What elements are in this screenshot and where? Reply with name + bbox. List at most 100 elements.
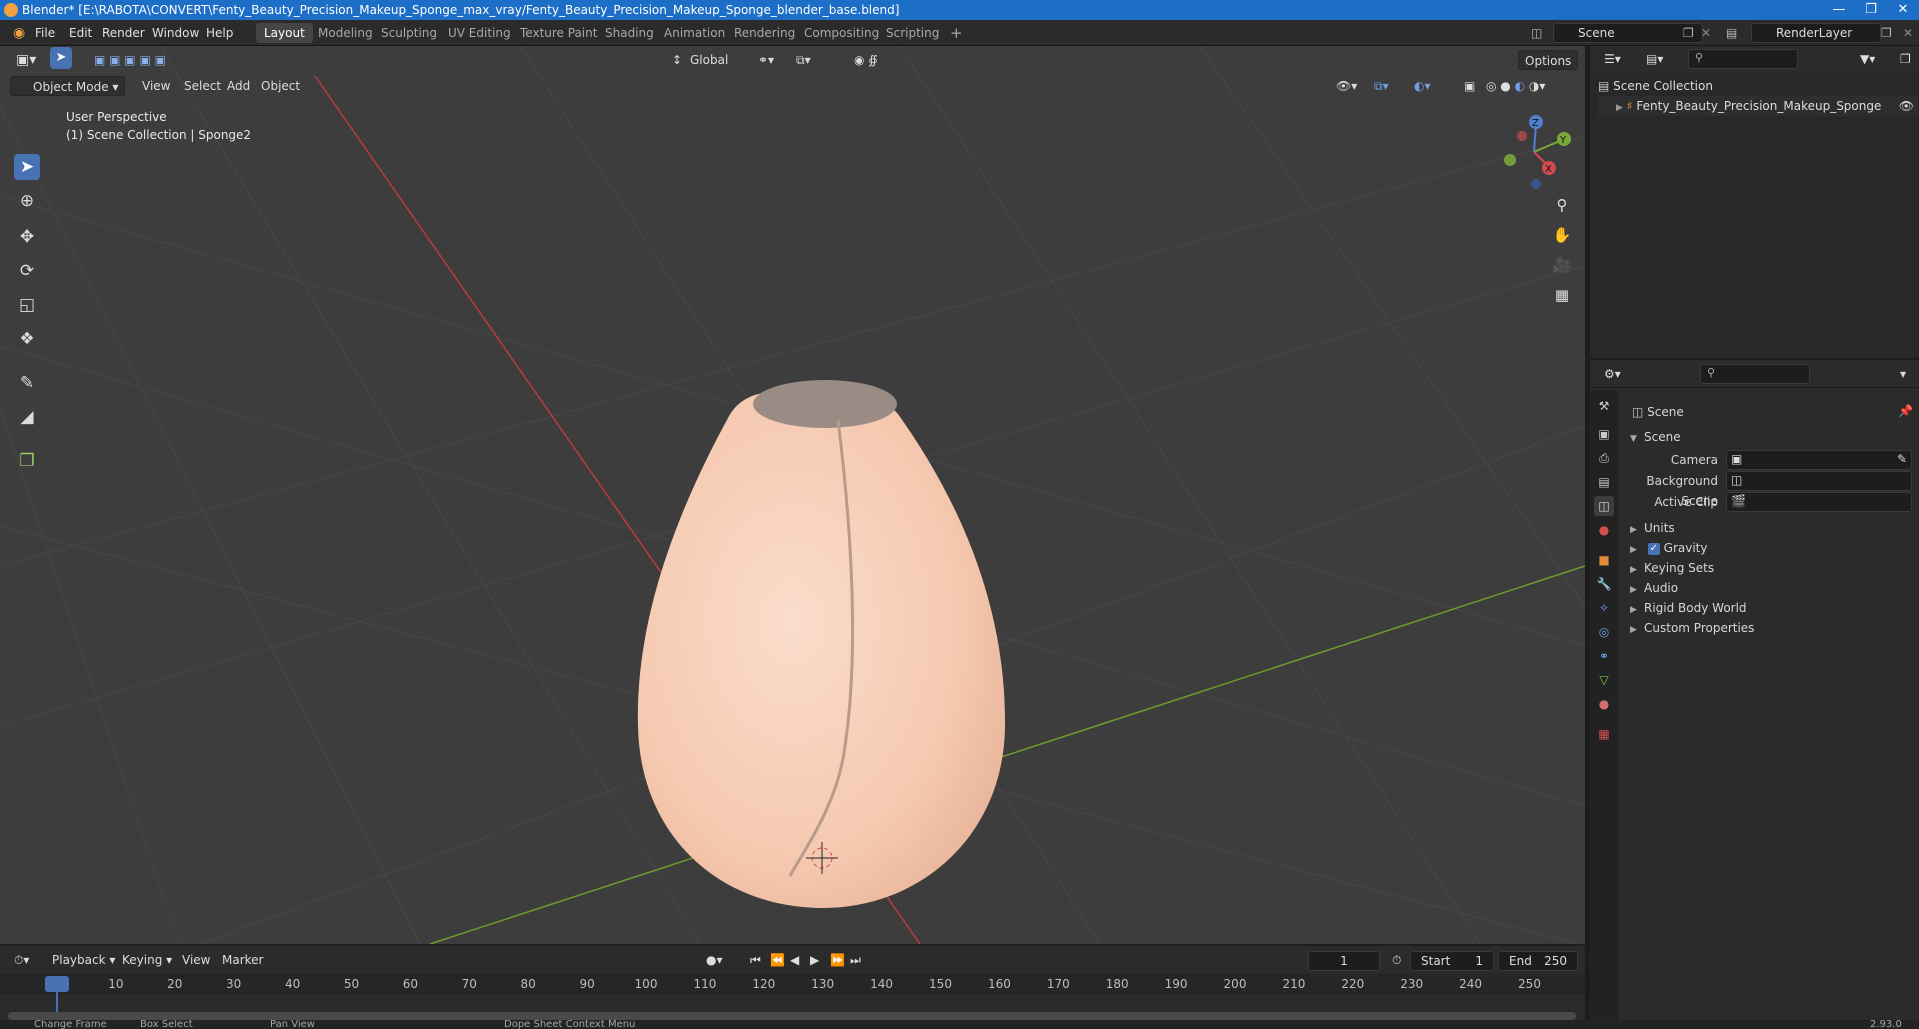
proportional-editing-icon[interactable]: ◉ ∯ bbox=[848, 50, 884, 70]
playback-menu[interactable]: Playback ▾ bbox=[46, 950, 121, 970]
annotate-tool-icon[interactable]: ✎ bbox=[14, 370, 40, 396]
menu-edit[interactable]: Edit bbox=[62, 24, 99, 42]
select-tool-icon[interactable]: ➤ bbox=[14, 154, 40, 180]
outliner-editor-type-icon[interactable]: ☰▾ bbox=[1598, 49, 1627, 69]
expand-arrow-icon[interactable]: ▶ bbox=[1616, 103, 1623, 113]
viewport-menu-view[interactable]: View bbox=[136, 76, 176, 96]
viewport-menu-select[interactable]: Select bbox=[178, 76, 227, 96]
close-icon[interactable]: ✕ bbox=[1887, 0, 1919, 20]
use-preview-range-icon[interactable]: ⏱ bbox=[1386, 950, 1407, 970]
scene-tab-icon[interactable]: ◫ bbox=[1594, 496, 1614, 516]
pivot-point-icon[interactable]: ⚭▾ bbox=[752, 50, 780, 70]
timeline-view-menu[interactable]: View bbox=[176, 950, 216, 970]
viewport-menu-object[interactable]: Object bbox=[255, 76, 306, 96]
constraints-tab-icon[interactable]: ⚭ bbox=[1594, 646, 1614, 666]
tab-texture-paint[interactable]: Texture Paint bbox=[512, 23, 605, 43]
world-tab-icon[interactable]: ● bbox=[1594, 520, 1614, 540]
modifier-tab-icon[interactable]: 🔧 bbox=[1594, 574, 1614, 594]
tab-shading[interactable]: Shading bbox=[597, 23, 662, 43]
transform-orientation-dropdown[interactable]: Global bbox=[684, 50, 734, 70]
outliner-row-scene-collection[interactable]: ▤ Scene Collection bbox=[1598, 76, 1713, 96]
panel-custom-properties[interactable]: ▶ Custom Properties bbox=[1630, 617, 1754, 639]
marker-menu[interactable]: Marker bbox=[216, 950, 269, 970]
pin-icon[interactable]: 📌 bbox=[1898, 404, 1913, 418]
sponge-mesh[interactable] bbox=[637, 390, 1006, 908]
zoom-icon[interactable]: ⚲ bbox=[1549, 192, 1575, 218]
gravity-checkbox[interactable]: ✓ bbox=[1647, 542, 1660, 555]
options-dropdown[interactable]: Options bbox=[1518, 50, 1579, 70]
perspective-toggle-icon[interactable]: ▦ bbox=[1549, 282, 1575, 308]
jump-end-icon[interactable]: ⏭ bbox=[844, 950, 867, 970]
render-layer-remove-icon[interactable]: ✕ bbox=[1896, 24, 1919, 42]
navigation-gizmo[interactable]: Z Y X bbox=[1496, 112, 1576, 192]
panel-rigid-body-world[interactable]: ▶ Rigid Body World bbox=[1630, 597, 1747, 619]
display-mode-icon[interactable]: ▤▾ bbox=[1640, 49, 1669, 69]
add-workspace-icon[interactable]: + bbox=[942, 23, 971, 43]
tab-layout[interactable]: Layout bbox=[256, 23, 313, 43]
outliner-search-input[interactable]: ⚲ bbox=[1688, 49, 1798, 69]
restore-icon[interactable]: ❐ bbox=[1855, 0, 1887, 20]
output-tab-icon[interactable]: ⎙ bbox=[1594, 448, 1614, 468]
transform-tool-icon[interactable]: ❖ bbox=[14, 326, 40, 352]
scene-remove-icon[interactable]: ✕ bbox=[1694, 24, 1718, 42]
object-tab-icon[interactable]: ■ bbox=[1594, 550, 1614, 570]
tab-modeling[interactable]: Modeling bbox=[310, 23, 381, 43]
material-tab-icon[interactable]: ● bbox=[1594, 694, 1614, 714]
select-box-icon[interactable]: ➤ bbox=[50, 47, 72, 69]
tab-animation[interactable]: Animation bbox=[656, 23, 733, 43]
play-icon[interactable]: ▶ bbox=[804, 950, 825, 970]
editor-type-icon[interactable]: ▣▾ bbox=[10, 50, 42, 70]
selection-mode-icons[interactable]: ▣ ▣ ▣ ▣ ▣ bbox=[88, 50, 172, 70]
properties-editor-type-icon[interactable]: ⚙▾ bbox=[1598, 364, 1627, 384]
record-icon[interactable]: ●▾ bbox=[700, 950, 729, 970]
data-tab-icon[interactable]: ▽ bbox=[1594, 670, 1614, 690]
pan-hand-icon[interactable]: ✋ bbox=[1549, 222, 1575, 248]
panel-audio[interactable]: ▶ Audio bbox=[1630, 577, 1678, 599]
outliner-row-object[interactable]: ▶ ♯ Fenty_Beauty_Precision_Makeup_Sponge… bbox=[1598, 96, 1918, 116]
camera-field[interactable]: ▣ ✎ bbox=[1726, 450, 1912, 470]
scale-tool-icon[interactable]: ◱ bbox=[14, 292, 40, 318]
rotate-tool-icon[interactable]: ⟳ bbox=[14, 258, 40, 284]
xray-icon[interactable]: ▣ bbox=[1458, 76, 1481, 96]
panel-gravity[interactable]: ▶ ✓ Gravity bbox=[1630, 537, 1707, 559]
timeline-editor-type-icon[interactable]: ⏱▾ bbox=[8, 950, 35, 970]
tab-compositing[interactable]: Compositing bbox=[796, 23, 887, 43]
render-layer-field[interactable]: RenderLayer bbox=[1751, 23, 1881, 43]
render-tab-icon[interactable]: ▣ bbox=[1594, 424, 1614, 444]
panel-units[interactable]: ▶ Units bbox=[1630, 517, 1675, 539]
tab-scripting[interactable]: Scripting bbox=[878, 23, 947, 43]
menu-file[interactable]: File bbox=[28, 24, 62, 42]
shading-modes-icons[interactable]: ◎ ● ◐ ◑▾ bbox=[1480, 76, 1551, 96]
gizmo-toggle-icon[interactable]: ⧉▾ bbox=[1368, 76, 1395, 96]
render-layer-icon[interactable]: ▤ bbox=[1719, 24, 1744, 42]
play-reverse-icon[interactable]: ◀ bbox=[784, 950, 805, 970]
texture-tab-icon[interactable]: ▦ bbox=[1594, 724, 1614, 744]
visibility-icon[interactable]: 👁▾ bbox=[1330, 76, 1363, 96]
menu-help[interactable]: Help bbox=[199, 24, 240, 42]
properties-options-icon[interactable]: ▾ bbox=[1894, 364, 1912, 384]
playhead[interactable] bbox=[45, 976, 69, 992]
tab-rendering[interactable]: Rendering bbox=[726, 23, 803, 43]
scene-selector-icon[interactable]: ◫ bbox=[1524, 24, 1549, 42]
active-clip-field[interactable]: 🎬 bbox=[1726, 492, 1912, 512]
new-collection-icon[interactable]: ❐ bbox=[1894, 49, 1917, 69]
timeline-scrollbar[interactable] bbox=[8, 1012, 1576, 1020]
move-tool-icon[interactable]: ✥ bbox=[14, 224, 40, 250]
viewport-menu-add[interactable]: Add bbox=[221, 76, 256, 96]
minimize-icon[interactable]: — bbox=[1823, 0, 1855, 20]
add-cube-tool-icon[interactable]: ❐ bbox=[14, 448, 40, 474]
menu-window[interactable]: Window bbox=[145, 24, 206, 42]
end-frame-field[interactable]: End 250 bbox=[1498, 951, 1578, 971]
keying-menu[interactable]: Keying ▾ bbox=[116, 950, 178, 970]
properties-search-input[interactable]: ⚲ bbox=[1700, 364, 1810, 384]
current-frame-field[interactable]: 1 bbox=[1308, 951, 1380, 971]
background-scene-field[interactable]: ◫ bbox=[1726, 471, 1912, 491]
cursor-tool-icon[interactable]: ⊕ bbox=[14, 188, 40, 214]
particles-tab-icon[interactable]: ✧ bbox=[1594, 598, 1614, 618]
object-mode-dropdown[interactable]: Object Mode ▾ bbox=[10, 76, 126, 96]
visibility-eye-icon[interactable]: 👁 bbox=[1899, 96, 1914, 116]
camera-view-icon[interactable]: 🎥 bbox=[1549, 252, 1575, 278]
physics-tab-icon[interactable]: ◎ bbox=[1594, 622, 1614, 642]
eyedropper-icon[interactable]: ✎ bbox=[1897, 452, 1907, 466]
tab-uv-editing[interactable]: UV Editing bbox=[440, 23, 519, 43]
